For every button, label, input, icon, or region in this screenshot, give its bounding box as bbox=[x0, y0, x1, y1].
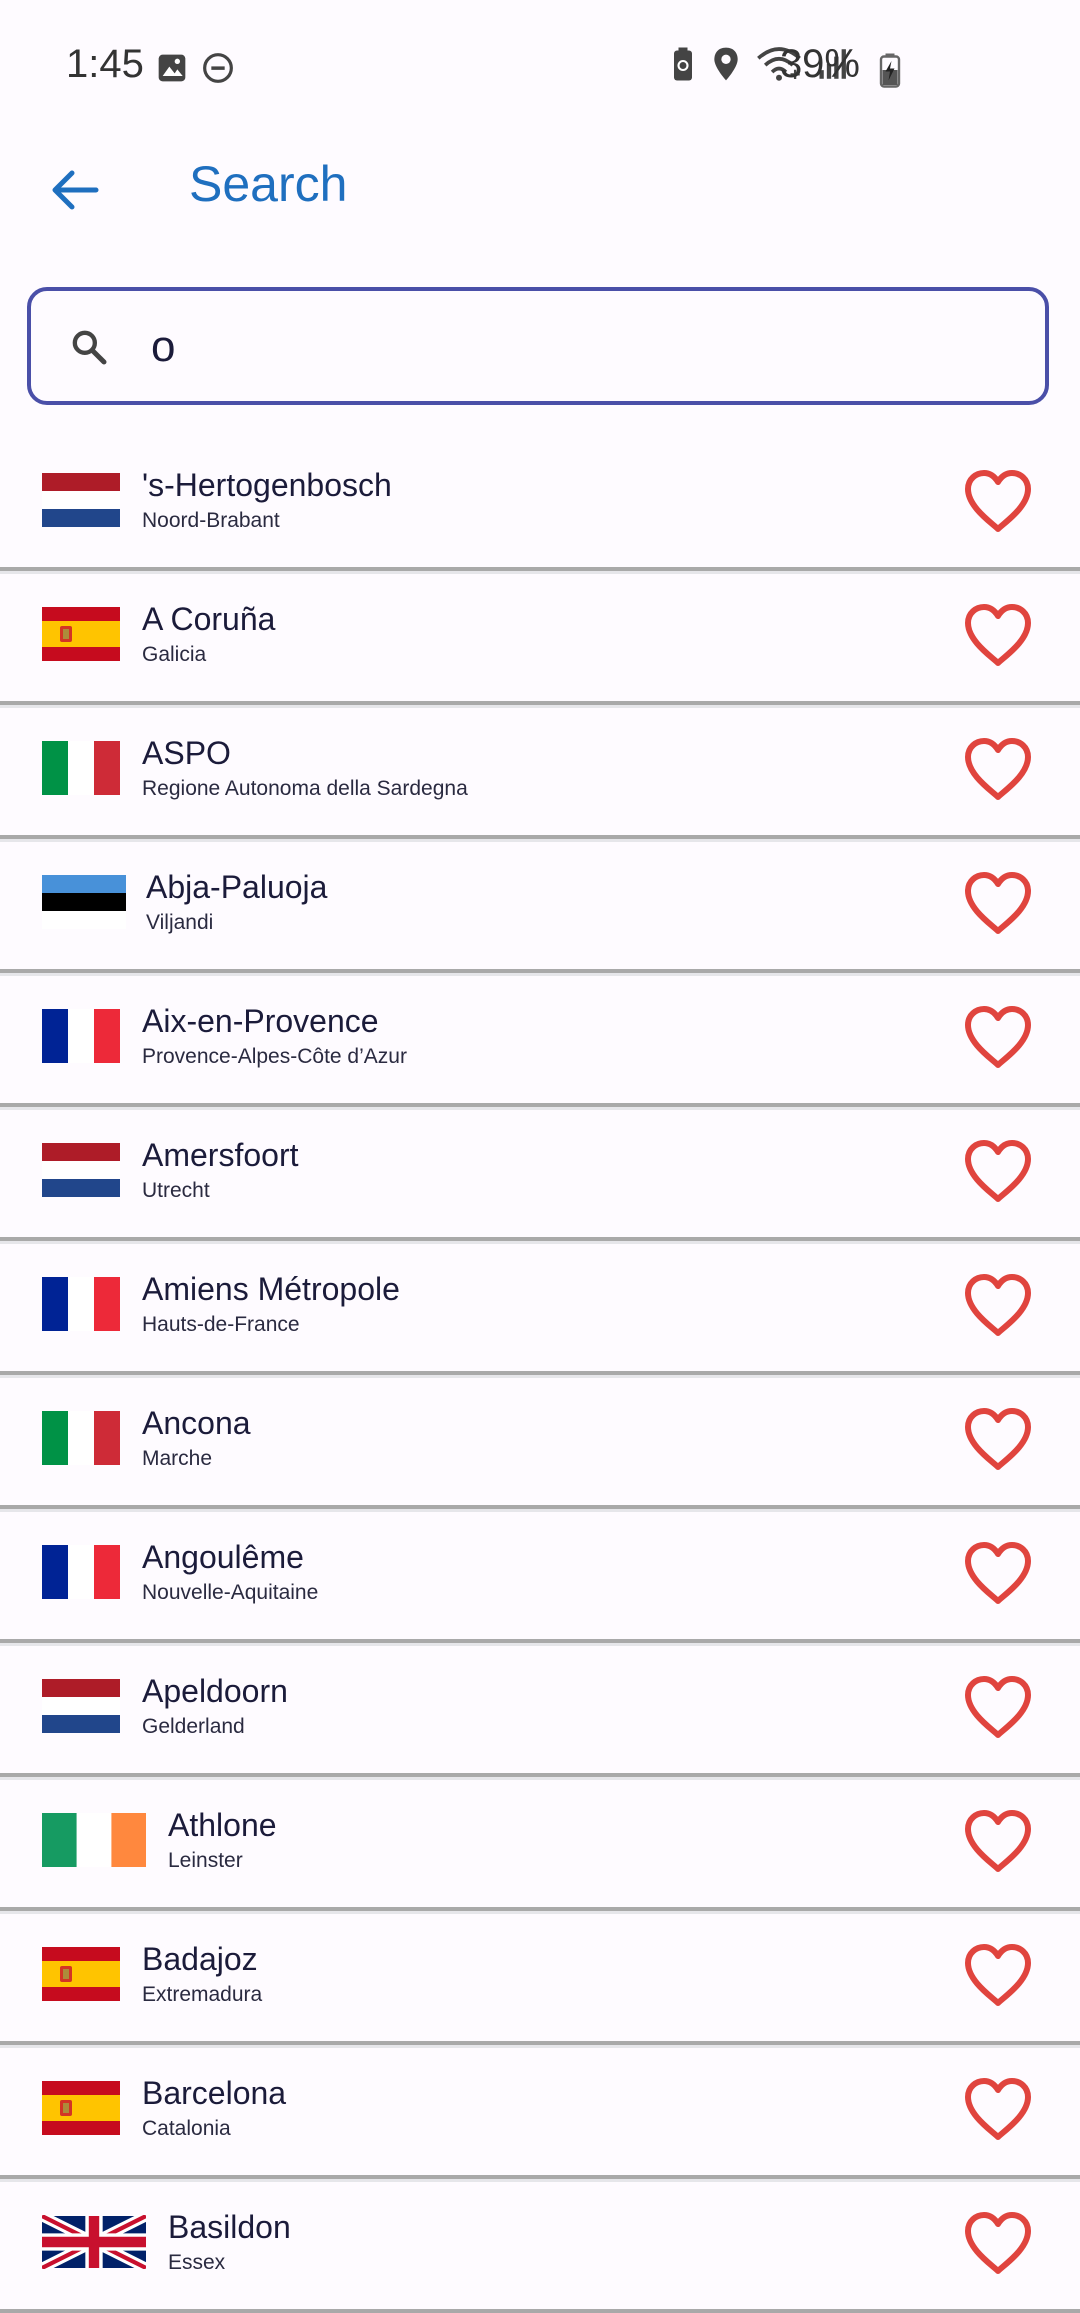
flag-france-icon bbox=[42, 1277, 120, 1331]
favorite-heart-icon[interactable] bbox=[962, 1809, 1034, 1875]
status-left-icons bbox=[156, 52, 234, 89]
arrow-back-icon bbox=[52, 170, 99, 210]
flag-france-icon bbox=[42, 1009, 120, 1063]
city-name: Athlone bbox=[168, 1807, 277, 1843]
city-name: 's-Hertogenbosch bbox=[142, 467, 392, 503]
list-item[interactable]: Amiens Métropole Hauts-de-France bbox=[0, 1241, 1080, 1375]
list-item[interactable]: Angoulême Nouvelle-Aquitaine bbox=[0, 1509, 1080, 1643]
list-item[interactable]: 's-Hertogenbosch Noord-Brabant bbox=[0, 437, 1080, 571]
region-name: Nouvelle-Aquitaine bbox=[142, 1581, 319, 1604]
battery-charging-icon bbox=[878, 52, 902, 93]
flag-estonia-icon bbox=[42, 875, 126, 929]
favorite-heart-icon[interactable] bbox=[962, 871, 1034, 937]
flag-italy-icon bbox=[42, 1411, 120, 1465]
region-name: Gelderland bbox=[142, 1715, 245, 1738]
region-name: Catalonia bbox=[142, 2117, 231, 2140]
city-name: Amiens Métropole bbox=[142, 1271, 400, 1307]
image-icon bbox=[156, 52, 188, 89]
favorite-heart-icon[interactable] bbox=[962, 1541, 1034, 1607]
region-name: Noord-Brabant bbox=[142, 509, 280, 532]
flag-netherlands-icon bbox=[42, 1679, 120, 1733]
flag-spain-icon bbox=[42, 2081, 120, 2135]
list-item[interactable]: Badajoz Extremadura bbox=[0, 1911, 1080, 2045]
list-item[interactable]: ASPO Regione Autonoma della Sardegna bbox=[0, 705, 1080, 839]
favorite-heart-icon[interactable] bbox=[962, 737, 1034, 803]
favorite-heart-icon[interactable] bbox=[962, 2211, 1034, 2277]
list-item[interactable]: Aix-en-Provence Provence-Alpes-Côte d’Az… bbox=[0, 973, 1080, 1107]
favorite-heart-icon[interactable] bbox=[962, 469, 1034, 535]
list-item[interactable]: Apeldoorn Gelderland bbox=[0, 1643, 1080, 1777]
search-input[interactable] bbox=[151, 309, 1011, 385]
status-bar: 1:45 39% bbox=[0, 0, 1080, 135]
battery-saver-icon bbox=[670, 46, 696, 87]
city-name: Barcelona bbox=[142, 2075, 287, 2111]
region-name: Leinster bbox=[168, 1849, 243, 1872]
page-title: Search bbox=[189, 156, 348, 212]
city-name: ASPO bbox=[142, 735, 231, 771]
list-item[interactable]: Ancona Marche bbox=[0, 1375, 1080, 1509]
top-app-bar: Search bbox=[0, 135, 1080, 275]
list-item[interactable]: A Coruña Galicia bbox=[0, 571, 1080, 705]
battery-percent: 39% bbox=[779, 42, 860, 86]
flag-france-icon bbox=[42, 1545, 120, 1599]
results-list[interactable]: 's-Hertogenbosch Noord-Brabant A Coruña … bbox=[0, 437, 1080, 2313]
favorite-heart-icon[interactable] bbox=[962, 603, 1034, 669]
city-name: Amersfoort bbox=[142, 1137, 299, 1173]
flag-netherlands-icon bbox=[42, 1143, 120, 1197]
favorite-heart-icon[interactable] bbox=[962, 1273, 1034, 1339]
do-not-disturb-icon bbox=[202, 52, 234, 89]
city-name: Abja-Paluoja bbox=[146, 869, 328, 905]
list-item[interactable]: Athlone Leinster bbox=[0, 1777, 1080, 1911]
list-item[interactable]: Amersfoort Utrecht bbox=[0, 1107, 1080, 1241]
flag-netherlands-icon bbox=[42, 473, 120, 527]
city-name: Basildon bbox=[168, 2209, 291, 2245]
region-name: Essex bbox=[168, 2251, 226, 2274]
status-time: 1:45 bbox=[66, 42, 144, 86]
search-icon bbox=[69, 327, 109, 372]
city-name: Angoulême bbox=[142, 1539, 304, 1575]
flag-ireland-icon bbox=[42, 1813, 146, 1867]
search-field[interactable] bbox=[27, 287, 1049, 405]
flag-uk-icon bbox=[39, 2211, 149, 2273]
favorite-heart-icon[interactable] bbox=[962, 2077, 1034, 2143]
list-item[interactable]: Barcelona Catalonia bbox=[0, 2045, 1080, 2179]
city-name: A Coruña bbox=[142, 601, 276, 637]
flag-spain-icon bbox=[42, 607, 120, 661]
region-name: Galicia bbox=[142, 643, 207, 666]
favorite-heart-icon[interactable] bbox=[962, 1943, 1034, 2009]
region-name: Marche bbox=[142, 1447, 213, 1470]
region-name: Hauts-de-France bbox=[142, 1313, 300, 1336]
region-name: Extremadura bbox=[142, 1983, 263, 2006]
flag-spain-icon bbox=[42, 1947, 120, 2001]
city-name: Aix-en-Provence bbox=[142, 1003, 379, 1039]
favorite-heart-icon[interactable] bbox=[962, 1675, 1034, 1741]
region-name: Regione Autonoma della Sardegna bbox=[142, 777, 468, 800]
list-item[interactable]: Abja-Paluoja Viljandi bbox=[0, 839, 1080, 973]
back-button[interactable] bbox=[40, 155, 110, 225]
region-name: Provence-Alpes-Côte d’Azur bbox=[142, 1045, 407, 1068]
favorite-heart-icon[interactable] bbox=[962, 1139, 1034, 1205]
list-item[interactable]: Basildon Essex bbox=[0, 2179, 1080, 2313]
city-name: Badajoz bbox=[142, 1941, 258, 1977]
favorite-heart-icon[interactable] bbox=[962, 1005, 1034, 1071]
favorite-heart-icon[interactable] bbox=[962, 1407, 1034, 1473]
region-name: Viljandi bbox=[146, 911, 214, 934]
city-name: Ancona bbox=[142, 1405, 251, 1441]
region-name: Utrecht bbox=[142, 1179, 210, 1202]
city-name: Apeldoorn bbox=[142, 1673, 288, 1709]
location-icon bbox=[712, 46, 740, 87]
flag-italy-icon bbox=[42, 741, 120, 795]
